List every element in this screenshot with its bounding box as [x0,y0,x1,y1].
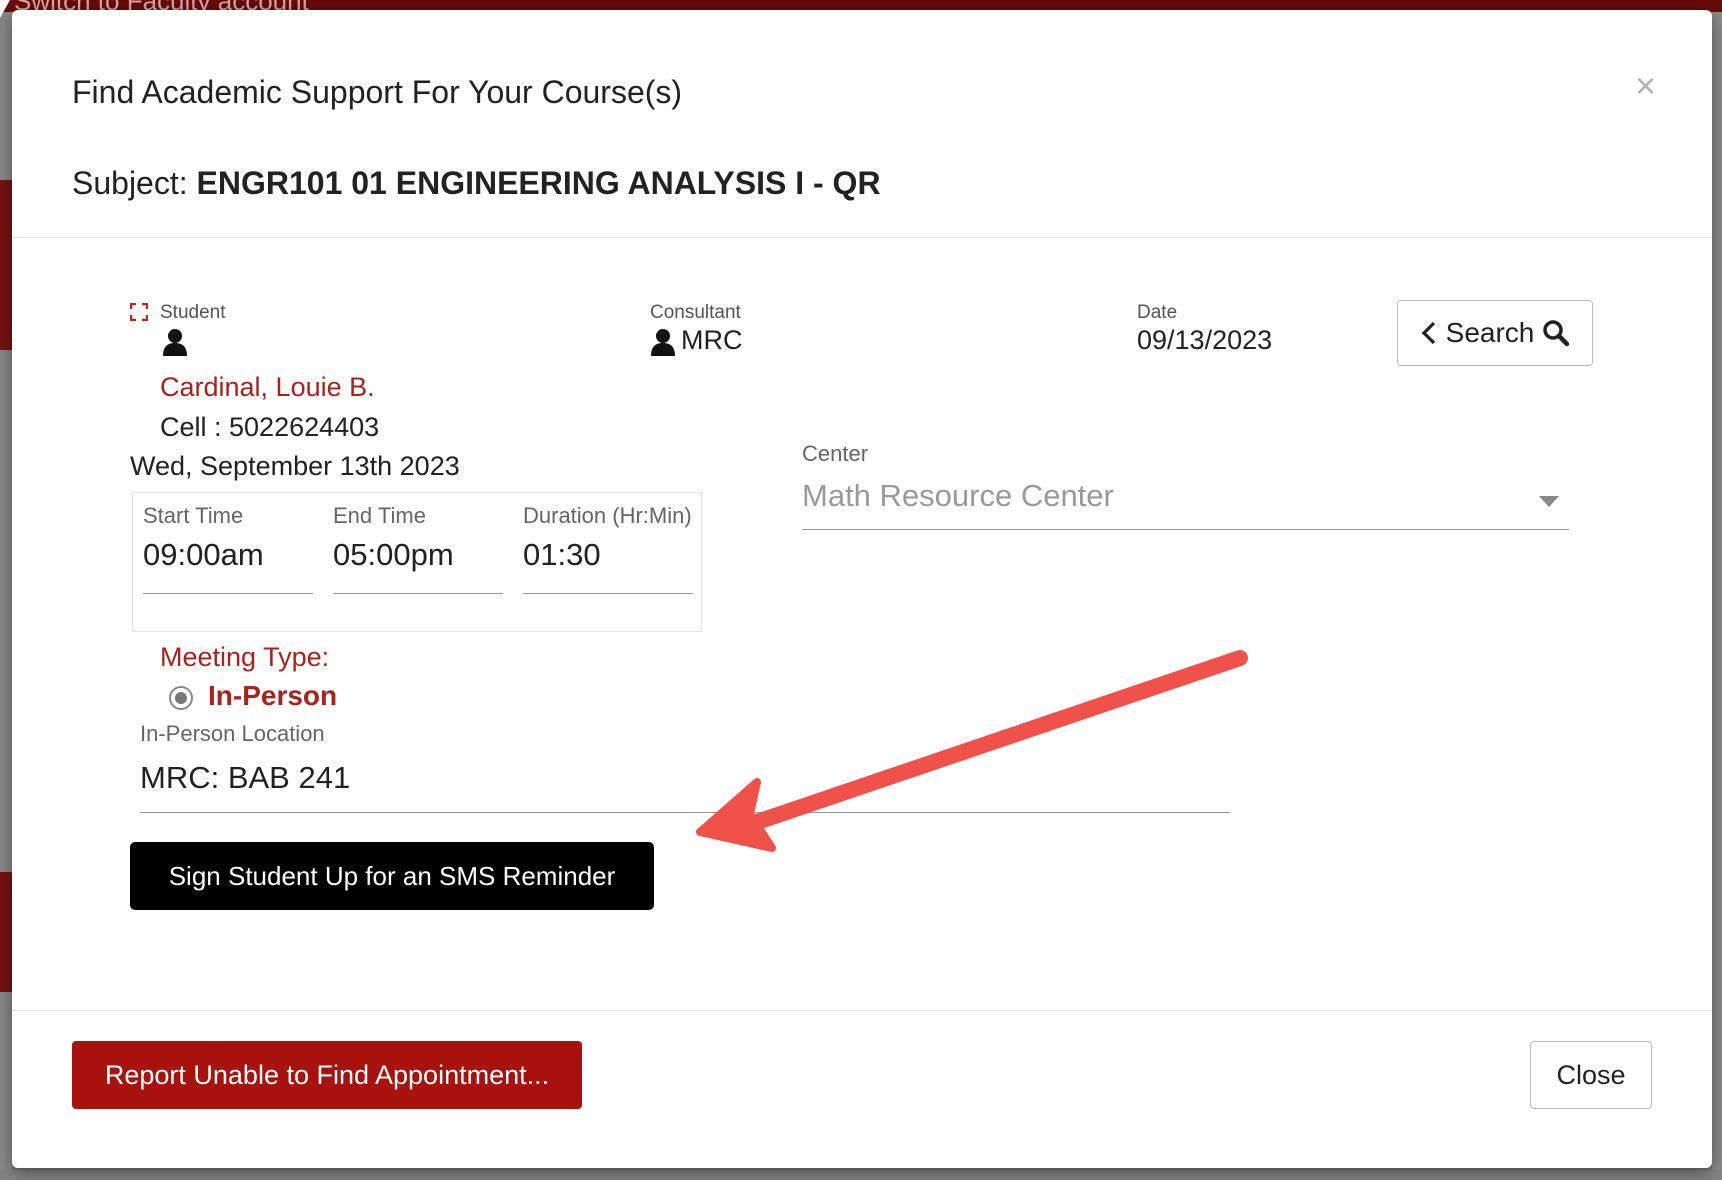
student-name[interactable]: Cardinal, Louie B. [160,372,375,403]
location-value[interactable]: MRC: BAB 241 [140,760,350,796]
search-button-label: Search [1445,317,1535,348]
center-select[interactable]: Math Resource Center [802,476,1569,530]
subject-value: ENGR101 01 ENGINEERING ANALYSIS I - QR [196,165,881,201]
find-support-modal: Find Academic Support For Your Course(s)… [12,10,1712,1168]
search-icon [1543,320,1570,347]
student-label: Student [160,302,226,323]
duration-value[interactable]: 01:30 [523,537,601,573]
subject-line: Subject: ENGR101 01 ENGINEERING ANALYSIS… [72,165,881,202]
start-time-label: Start Time [143,503,244,528]
duration-underline [523,593,693,594]
caret-down-icon [1539,496,1559,507]
modal-title: Find Academic Support For Your Course(s) [72,74,683,110]
date-value: 09/13/2023 [1137,325,1273,355]
modal-footer: Report Unable to Find Appointment... Clo… [12,1010,1712,1169]
background-bottom-edge [0,1170,1722,1180]
subject-label: Subject: [72,165,197,201]
duration-label: Duration (Hr:Min) [523,503,692,528]
location-field[interactable]: MRC: BAB 241 [140,755,1230,813]
focus-icon[interactable] [130,303,148,321]
chevron-left-icon [1421,321,1435,345]
student-cell: Cell : 5022624403 [160,412,380,442]
background-stripe [0,180,12,350]
consultant-value: MRC [681,325,743,355]
center-label: Center [802,441,869,466]
sms-reminder-button[interactable]: Sign Student Up for an SMS Reminder [130,842,654,910]
close-icon[interactable]: × [1635,68,1656,104]
location-label: In-Person Location [140,721,325,746]
background-stripe [0,872,12,992]
person-icon [163,329,187,356]
date-label: Date [1137,302,1178,323]
time-fields-box: Start Time 09:00am End Time 05:00pm Dura… [132,492,702,632]
start-time-underline [143,593,313,594]
start-time-value[interactable]: 09:00am [143,537,264,573]
report-unable-button[interactable]: Report Unable to Find Appointment... [72,1041,582,1109]
consultant-label: Consultant [650,302,741,323]
close-button[interactable]: Close [1530,1041,1652,1109]
in-person-option-label[interactable]: In-Person [208,680,337,712]
end-time-value[interactable]: 05:00pm [333,537,454,573]
background-left-edge [0,12,12,1180]
end-time-label: End Time [333,503,426,528]
appointment-date-long: Wed, September 13th 2023 [130,451,460,481]
background-right-edge [1712,12,1722,1180]
center-select-value: Math Resource Center [802,478,1114,513]
meeting-type-label: Meeting Type: [160,642,330,672]
search-button[interactable]: Search [1397,300,1593,366]
end-time-underline [333,593,503,594]
person-icon [651,329,675,356]
in-person-radio[interactable] [169,686,193,710]
mouse-cursor-icon [0,0,10,18]
modal-header: Find Academic Support For Your Course(s)… [12,10,1712,238]
